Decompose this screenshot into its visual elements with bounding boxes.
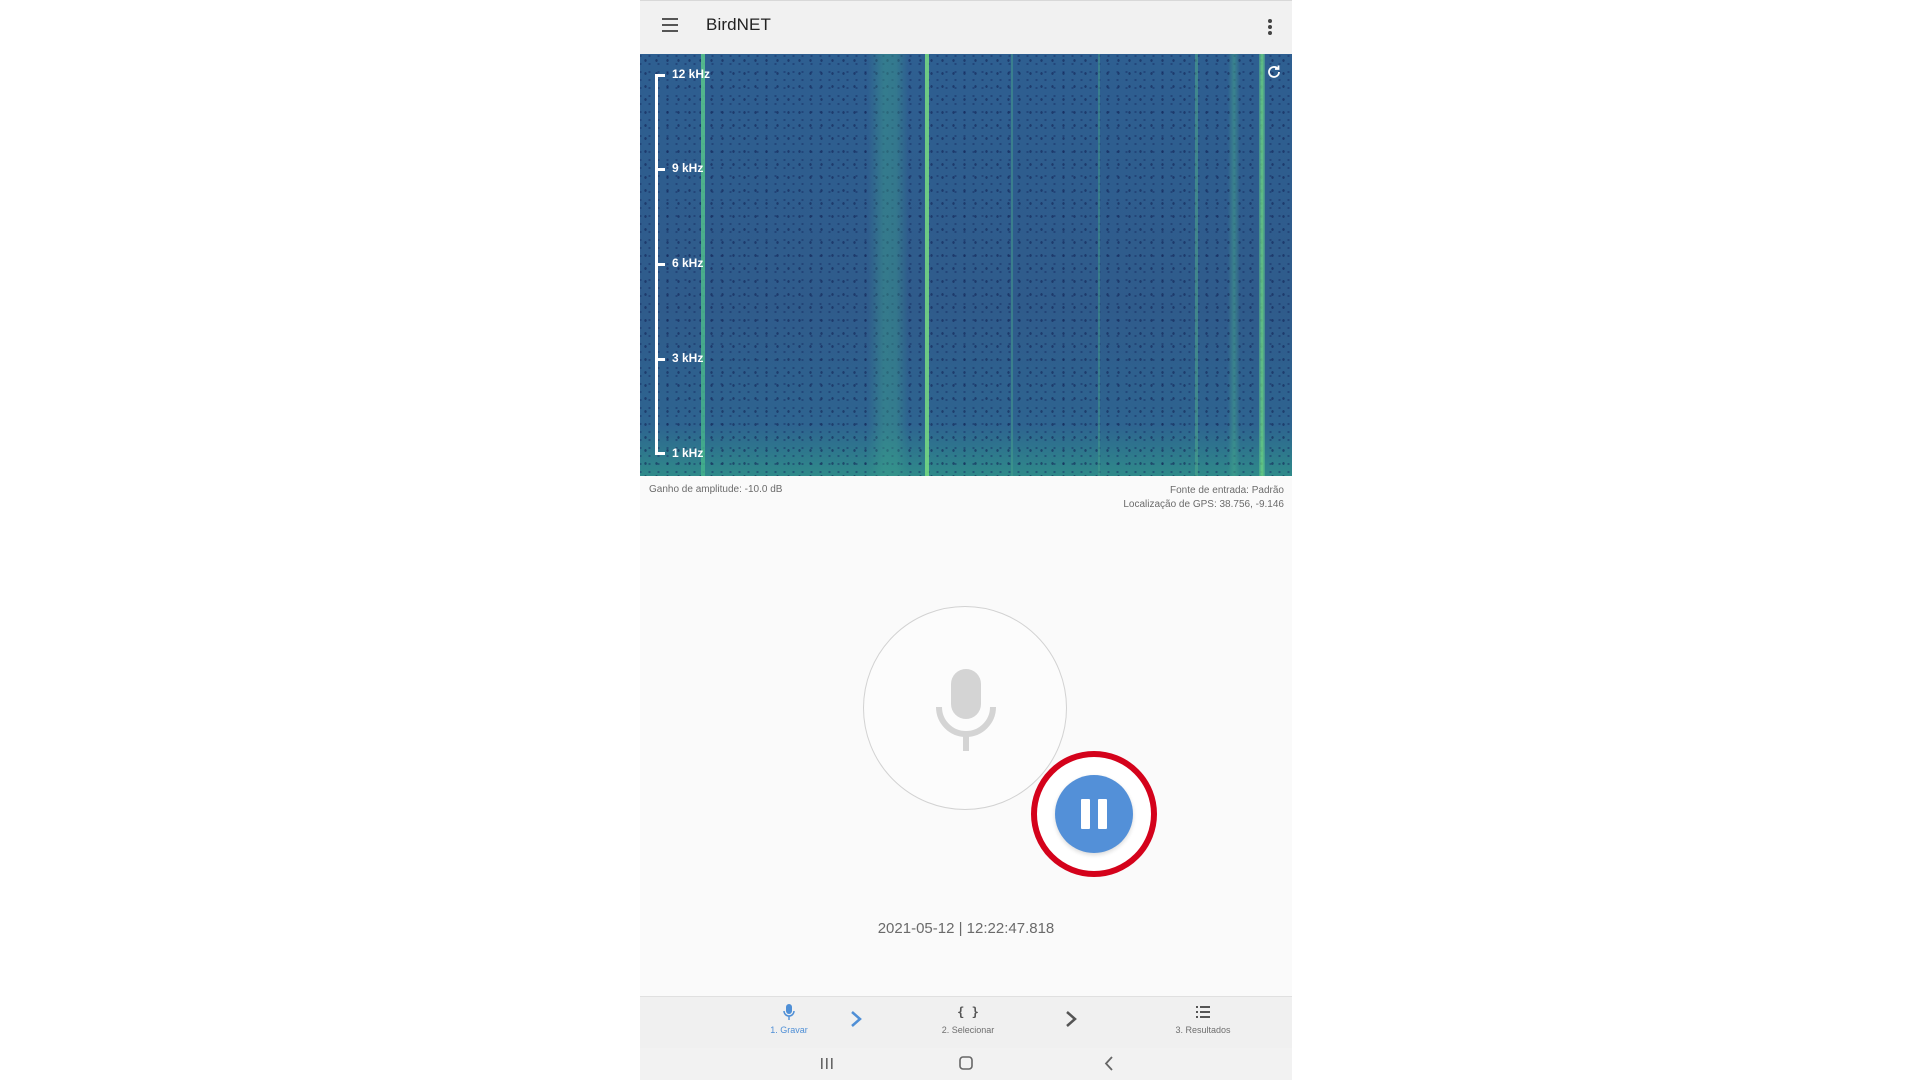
frequency-tick bbox=[655, 263, 665, 266]
pause-icon bbox=[1098, 799, 1107, 829]
microphone-icon bbox=[936, 669, 996, 753]
refresh-icon[interactable] bbox=[1266, 64, 1282, 80]
mic-icon bbox=[783, 1004, 795, 1020]
braces-icon: { } bbox=[957, 1005, 979, 1019]
pause-icon bbox=[1081, 799, 1090, 829]
recent-apps-button[interactable] bbox=[812, 1054, 842, 1074]
gps-location-text: Localização de GPS: 38.756, -9.146 bbox=[1123, 499, 1284, 510]
system-navigation-bar bbox=[640, 1048, 1292, 1080]
frequency-tick bbox=[655, 358, 665, 361]
input-info: Fonte de entrada: Padrão Localização de … bbox=[1123, 484, 1284, 512]
home-button[interactable] bbox=[951, 1054, 981, 1074]
microphone-indicator bbox=[863, 606, 1067, 810]
back-icon bbox=[1104, 1056, 1113, 1071]
list-icon bbox=[1196, 1006, 1210, 1018]
spectrogram-signal bbox=[868, 54, 908, 476]
input-source-text: Fonte de entrada: Padrão bbox=[1170, 485, 1284, 496]
spectrogram-signal bbox=[1011, 54, 1013, 476]
frequency-label: 6 kHz bbox=[672, 256, 704, 270]
more-options-icon[interactable] bbox=[1268, 19, 1272, 35]
nav-item-select[interactable]: { } 2. Selecionar bbox=[913, 1003, 1023, 1035]
spectrogram-signal bbox=[1228, 54, 1240, 476]
spectrogram-signal bbox=[1259, 54, 1265, 476]
recent-apps-icon bbox=[821, 1058, 833, 1069]
nav-item-label: 2. Selecionar bbox=[941, 1025, 995, 1035]
frequency-label: 12 kHz bbox=[672, 67, 711, 81]
frequency-label: 9 kHz bbox=[672, 161, 704, 175]
nav-item-results[interactable]: 3. Resultados bbox=[1148, 1003, 1258, 1035]
nav-item-record[interactable]: 1. Gravar bbox=[734, 1003, 844, 1035]
frequency-tick bbox=[655, 168, 665, 171]
frequency-label: 3 kHz bbox=[672, 351, 704, 365]
chevron-right-icon bbox=[1066, 1011, 1077, 1027]
home-icon bbox=[959, 1056, 973, 1070]
app-screen: BirdNET 12 kHz 9 kHz 6 kHz 3 kHz 1 kHz G… bbox=[640, 0, 1292, 1080]
frequency-tick bbox=[655, 74, 665, 77]
nav-item-label: 1. Gravar bbox=[770, 1025, 808, 1035]
pause-highlight-ring bbox=[1031, 751, 1157, 877]
bottom-navigation: 1. Gravar { } 2. Selecionar 3. Resultado… bbox=[640, 996, 1292, 1048]
app-title: BirdNET bbox=[706, 15, 771, 34]
nav-item-label: 3. Resultados bbox=[1175, 1025, 1231, 1035]
chevron-right-icon bbox=[851, 1011, 862, 1027]
back-button[interactable] bbox=[1094, 1054, 1124, 1074]
hamburger-menu-icon[interactable] bbox=[662, 18, 680, 34]
spectrogram-signal bbox=[925, 54, 929, 476]
amplitude-gain-text: Ganho de amplitude: -10.0 dB bbox=[649, 484, 783, 495]
pause-button[interactable] bbox=[1055, 775, 1133, 853]
recording-timestamp: 2021-05-12 | 12:22:47.818 bbox=[877, 920, 1055, 937]
frequency-label: 1 kHz bbox=[672, 446, 704, 460]
app-bar: BirdNET bbox=[640, 0, 1292, 54]
spectrogram: 12 kHz 9 kHz 6 kHz 3 kHz 1 kHz bbox=[640, 54, 1292, 476]
spectrogram-signal bbox=[1195, 54, 1198, 476]
spectrogram-signal bbox=[1098, 54, 1100, 476]
frequency-tick bbox=[655, 452, 665, 455]
